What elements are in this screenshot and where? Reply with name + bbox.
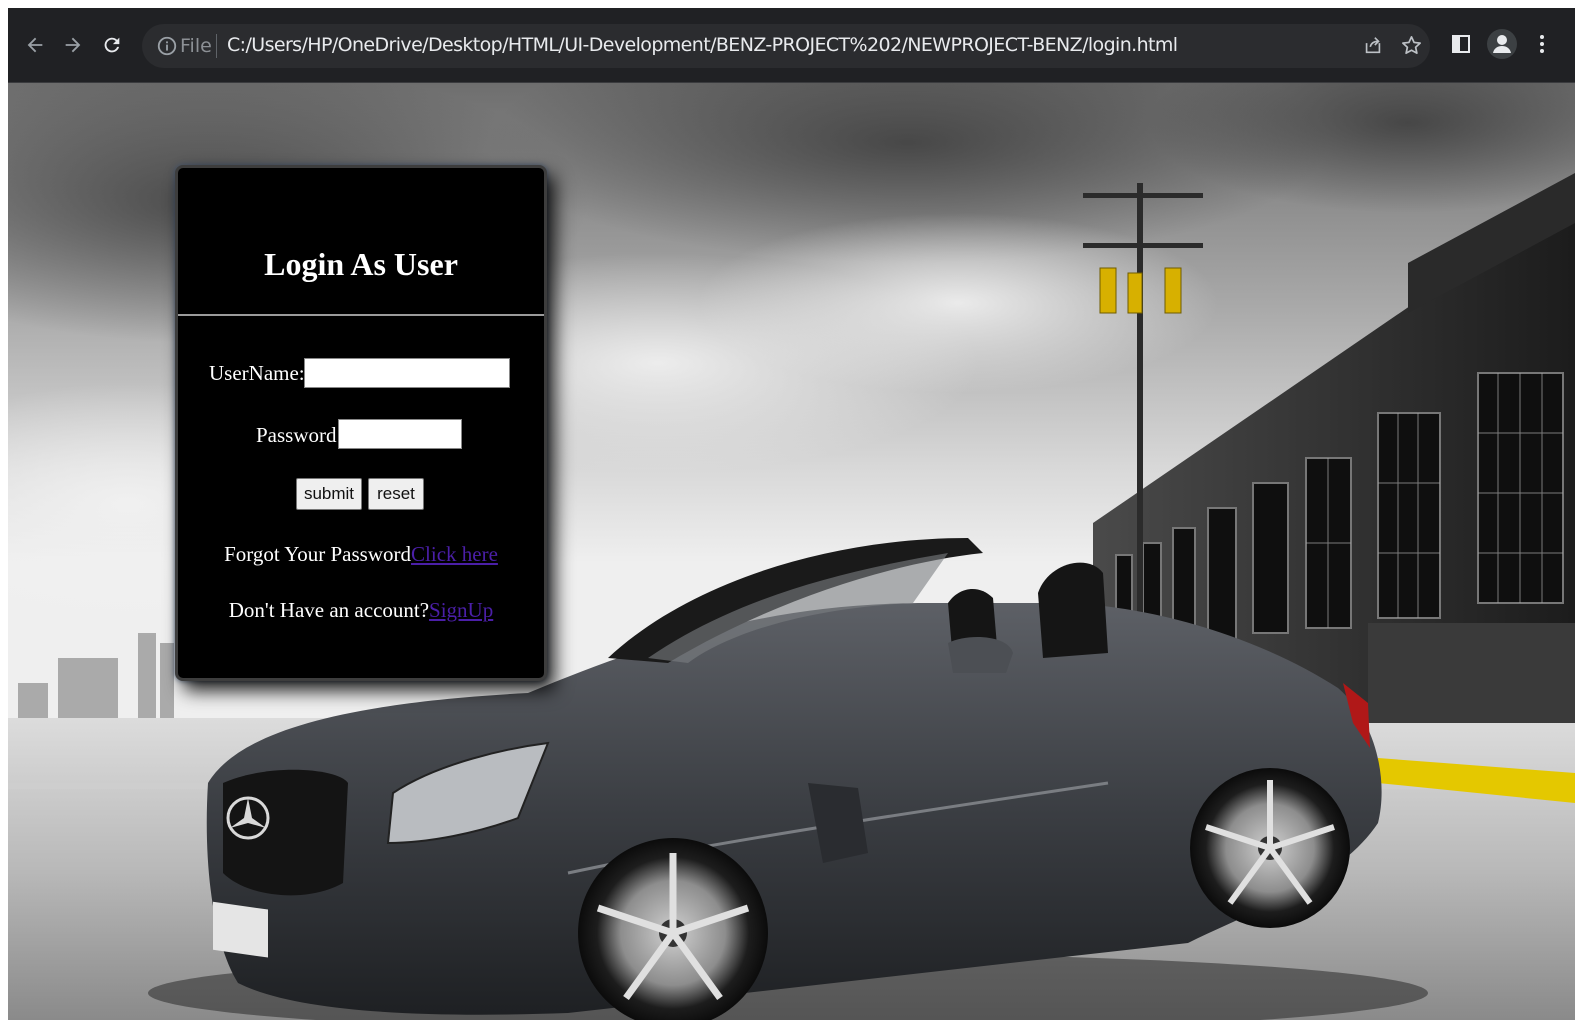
forgot-password-text: Forgot Your Password — [224, 542, 412, 566]
kebab-menu-icon[interactable] — [1530, 32, 1556, 58]
username-label: UserName: — [209, 361, 305, 385]
password-input[interactable] — [338, 419, 462, 449]
username-input[interactable] — [304, 358, 510, 388]
scheme-label: File — [180, 35, 212, 57]
signup-link[interactable]: SignUp — [429, 598, 493, 622]
login-card: Login As User UserName: Password: submit… — [175, 165, 547, 681]
no-account-text: Don't Have an account? — [228, 598, 430, 622]
forgot-password-line: Forgot Your PasswordClick here — [178, 542, 544, 567]
omnibox-separator — [216, 34, 217, 58]
share-icon[interactable] — [1362, 34, 1386, 58]
arrow-right-icon[interactable] — [58, 30, 88, 60]
star-icon[interactable] — [1400, 34, 1424, 58]
profile-icon[interactable] — [1487, 29, 1517, 59]
reload-icon[interactable] — [97, 30, 127, 60]
browser-window: File C:/Users/HP/OneDrive/Desktop/HTML/U… — [8, 8, 1575, 1020]
title-divider — [178, 314, 544, 316]
forgot-password-link[interactable]: Click here — [411, 542, 498, 566]
arrow-left-icon[interactable] — [20, 30, 50, 60]
browser-toolbar: File C:/Users/HP/OneDrive/Desktop/HTML/U… — [8, 8, 1575, 83]
reset-button[interactable]: reset — [368, 478, 424, 510]
address-bar[interactable]: File C:/Users/HP/OneDrive/Desktop/HTML/U… — [142, 24, 1430, 68]
info-icon[interactable] — [156, 35, 178, 57]
url-text[interactable]: C:/Users/HP/OneDrive/Desktop/HTML/UI-Dev… — [227, 34, 1178, 56]
submit-button[interactable]: submit — [296, 478, 362, 510]
password-label: Password: — [256, 423, 343, 447]
side-panel-icon[interactable] — [1449, 32, 1475, 58]
signup-line: Don't Have an account?SignUp — [178, 598, 544, 623]
page-viewport: Login As User UserName: Password: submit… — [8, 83, 1575, 1020]
login-title: Login As User — [264, 246, 458, 282]
